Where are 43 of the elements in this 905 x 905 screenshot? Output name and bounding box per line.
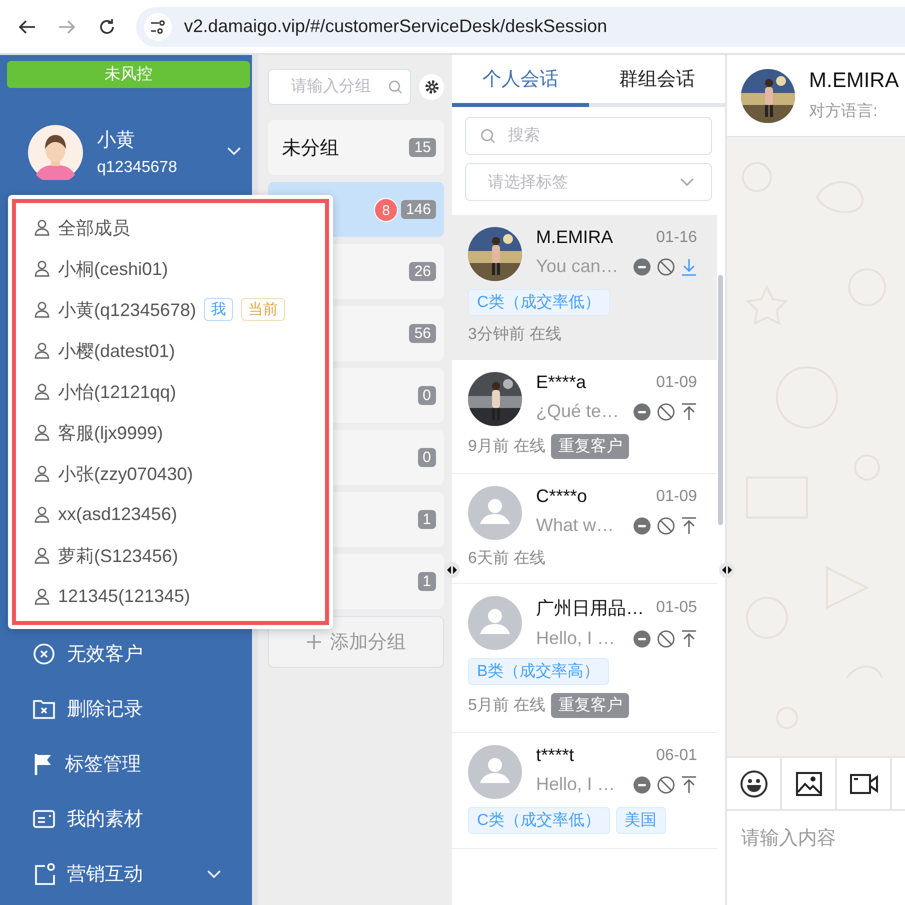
count-badge: 56 [409,324,436,343]
message-preview: Hello, I … [536,628,616,649]
repeat-customer-badge: 重复客户 [551,693,630,718]
member-badge: 当前 [241,298,286,321]
risk-status-banner: 未风控 [7,61,250,88]
customer-tag: C类（成交率低） [468,289,610,316]
online-status: 5月前 在线 [468,696,546,716]
repeat-customer-badge: 重复客户 [551,434,630,459]
count-badge: 0 [418,448,436,467]
customer-tag: B类（成交率高） [468,658,609,685]
count-badge: 1 [418,572,436,591]
member-badge: 我 [204,298,234,321]
url-text: v2.damaigo.vip/#/customerServiceDesk/deskSession [184,16,608,37]
message-preview: You can… [536,256,618,277]
session-date: 01-16 [656,228,697,246]
user-account: q12345678 [97,159,178,177]
message-preview: ¿Qué te… [536,401,620,422]
chat-contact-name: M.EMIRA [809,69,899,93]
count-badge: 0 [418,386,436,405]
customer-tag: 美国 [616,807,666,834]
user-name: 小黄 [97,129,136,153]
session-date: 01-05 [656,599,697,617]
online-status: 3分钟前 在线 [468,324,562,345]
message-preview: Hello, I … [536,774,616,795]
count-badge: 26 [409,262,436,281]
session-date: 01-09 [656,374,697,392]
session-date: 06-01 [656,746,697,764]
online-status: 6天前 在线 [468,548,546,569]
contact-name: t****t [536,745,574,766]
online-status: 9月前 在线 [468,436,546,457]
contact-name: 广州日用品… [536,597,644,620]
contact-name: M.EMIRA [536,227,614,248]
unread-badge: 8 [374,198,398,222]
count-badge: 1 [418,510,436,529]
group-name: 未分组 [282,136,339,160]
session-date: 01-09 [656,488,697,506]
customer-tag: C类（成交率低） [468,807,610,834]
language-label: 对方语言: [809,102,878,122]
count-badge: 15 [409,138,436,157]
contact-name: E****a [536,372,586,393]
count-badge: 146 [400,200,436,219]
contact-name: C****o [536,486,588,507]
message-preview: What w… [536,515,614,536]
